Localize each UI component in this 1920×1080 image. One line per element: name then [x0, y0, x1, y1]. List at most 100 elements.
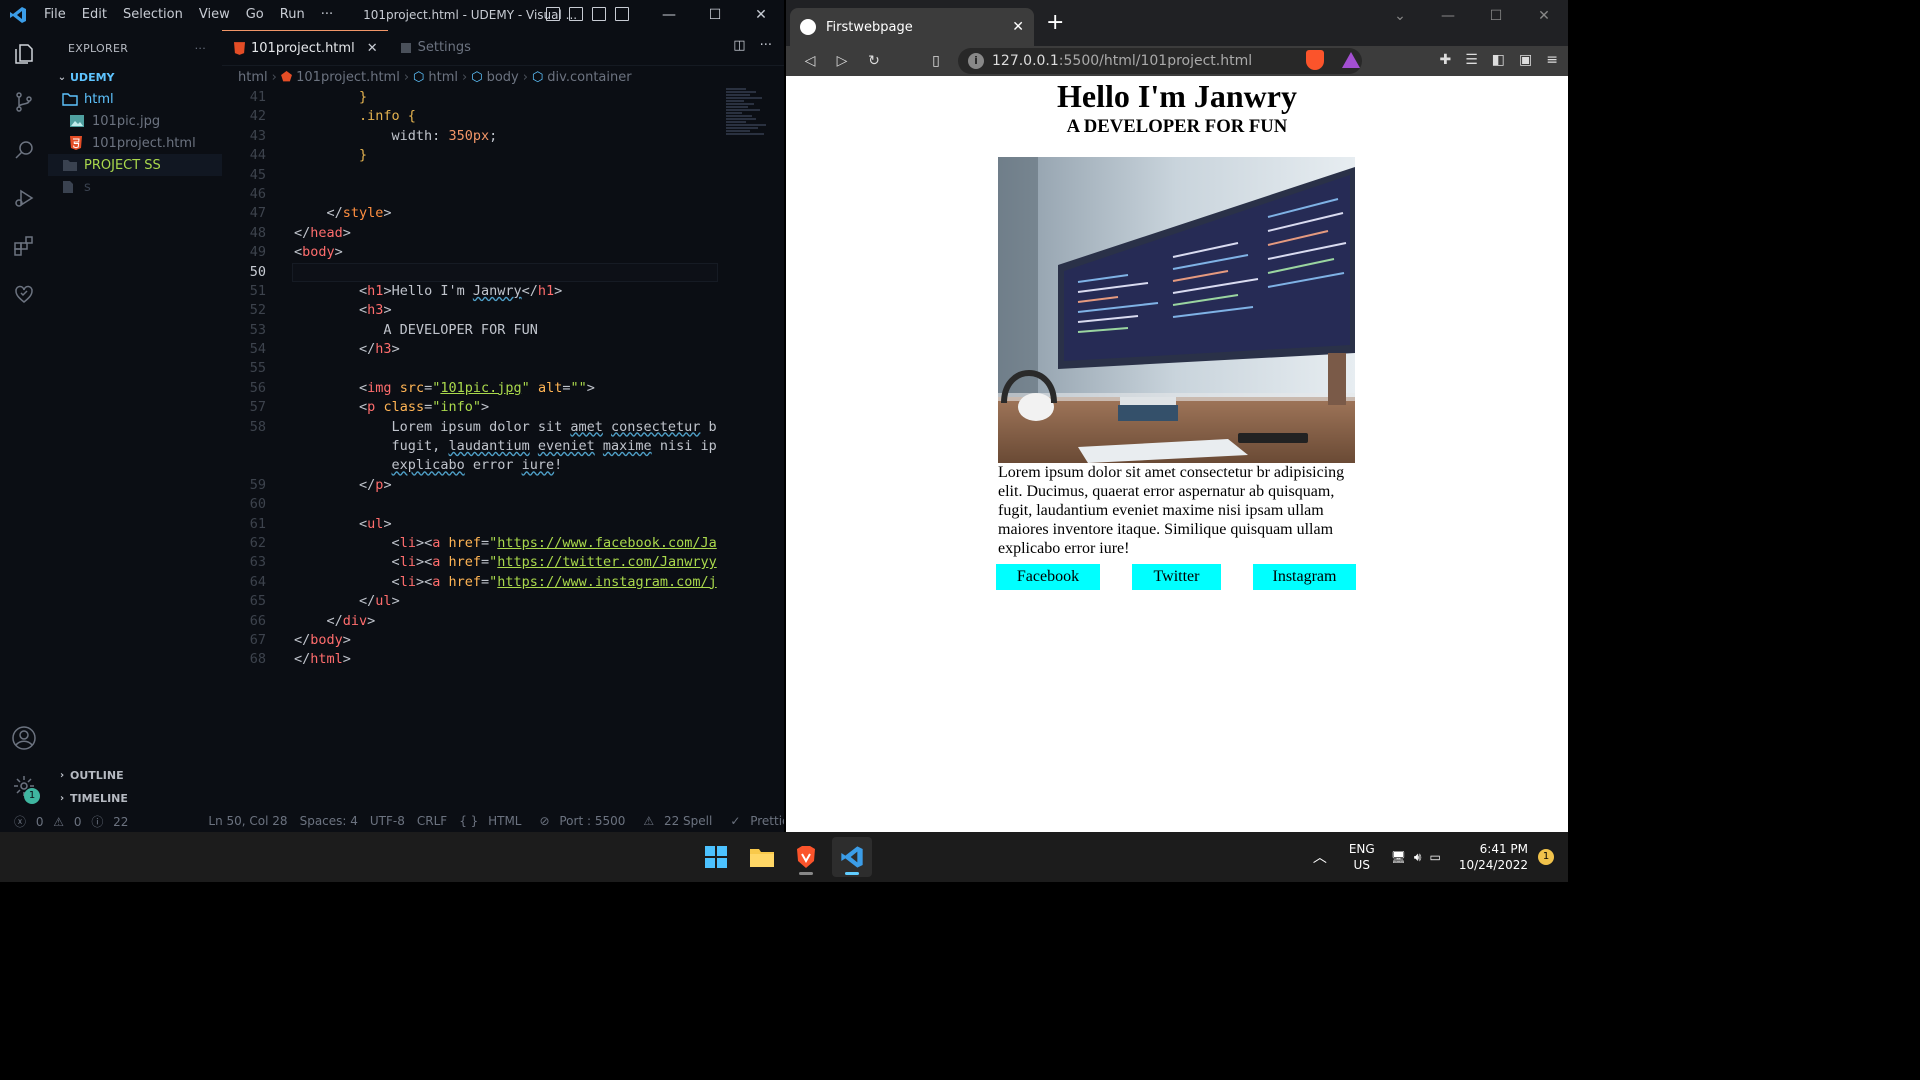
playlist-icon[interactable]: ☰: [1465, 52, 1478, 68]
split-editor-icon[interactable]: ◫: [733, 38, 745, 53]
maximize-icon[interactable]: ☐: [1472, 0, 1520, 32]
close-icon[interactable]: ✕: [1520, 0, 1568, 32]
breadcrumb-item[interactable]: div.container: [547, 70, 631, 85]
maximize-icon[interactable]: ☐: [692, 0, 738, 30]
brave-shields-icon[interactable]: [1306, 50, 1324, 70]
timeline-section[interactable]: › TIMELINE: [48, 787, 222, 810]
browser-tab-bar: Firstwebpage ✕ + ⌄ — ☐ ✕: [786, 0, 1568, 46]
minimize-icon[interactable]: —: [646, 0, 692, 30]
site-info-icon[interactable]: i: [968, 53, 984, 69]
tree-item-html-folder[interactable]: html: [48, 88, 222, 110]
date: 10/24/2022: [1458, 858, 1528, 872]
show-hidden-icons-chevron-icon[interactable]: ︿: [1313, 847, 1327, 867]
explorer-icon[interactable]: [0, 30, 48, 78]
tab-settings[interactable]: Settings: [388, 30, 481, 65]
code-editor[interactable]: 41 } 42 .info { 43 width: 350px; 44 } 45…: [222, 88, 784, 670]
breadcrumb-item[interactable]: html: [238, 70, 268, 85]
code-line: 56 <img src="101pic.jpg" alt="">: [249, 379, 595, 396]
notification-badge[interactable]: 1: [1538, 849, 1554, 865]
tab-close-icon[interactable]: ✕: [1012, 19, 1024, 35]
menu-icon[interactable]: ≡: [1546, 52, 1558, 68]
explorer-sidebar: EXPLORER ··· ⌄ UDEMY html 101pic.jpg 101…: [48, 30, 222, 810]
tree-item-101pic[interactable]: 101pic.jpg: [48, 110, 222, 132]
source-control-icon[interactable]: [0, 78, 48, 126]
code-line: 66 </div>: [249, 612, 376, 629]
menu-view[interactable]: View: [191, 0, 238, 30]
battery-icon[interactable]: ▭: [1429, 850, 1440, 864]
clock[interactable]: 6:41 PM 10/24/2022: [1459, 841, 1528, 873]
brave-rewards-icon[interactable]: [1342, 52, 1360, 68]
editor-area: 101project.html ✕ Settings ◫ ··· html › …: [222, 30, 784, 810]
input-language[interactable]: ENG US: [1349, 841, 1375, 873]
code-line: 61 <ul>: [249, 515, 392, 532]
browser-extension-icons: ✚ ☰ ◧ ▣ ≡: [1440, 52, 1559, 68]
forward-icon[interactable]: ▷: [826, 53, 858, 69]
editor-more-icon[interactable]: ···: [760, 38, 772, 53]
spell-check[interactable]: ⚠ 22 Spell: [637, 814, 724, 828]
browser-tab[interactable]: Firstwebpage ✕: [790, 8, 1034, 46]
toggle-panel-icon[interactable]: [569, 7, 583, 21]
tab-label: Settings: [417, 40, 471, 55]
toggle-sidebar-icon[interactable]: [546, 7, 560, 21]
account-icon[interactable]: [0, 714, 48, 762]
address-bar[interactable]: i 127.0.0.1:5500/html/101project.html: [958, 48, 1362, 74]
menu-edit[interactable]: Edit: [74, 0, 115, 30]
file-explorer-icon[interactable]: [742, 837, 782, 877]
minimap[interactable]: [726, 88, 770, 208]
indentation[interactable]: Spaces: 4: [294, 814, 364, 828]
menu-selection[interactable]: Selection: [115, 0, 191, 30]
breadcrumb-item[interactable]: body: [487, 70, 519, 85]
encoding[interactable]: UTF-8: [364, 814, 411, 828]
cursor-position[interactable]: Ln 50, Col 28: [202, 814, 293, 828]
language-mode[interactable]: { } HTML: [453, 814, 533, 828]
run-debug-icon[interactable]: [0, 174, 48, 222]
facebook-link[interactable]: Facebook: [996, 564, 1100, 590]
brave-browser-icon[interactable]: [786, 837, 826, 877]
extensions-icon[interactable]: [0, 222, 48, 270]
reload-icon[interactable]: ↻: [858, 53, 890, 69]
tab-search-chevron-icon[interactable]: ⌄: [1376, 0, 1424, 32]
back-icon[interactable]: ◁: [794, 53, 826, 69]
menu-go[interactable]: Go: [238, 0, 272, 30]
breadcrumb-item[interactable]: html: [428, 70, 458, 85]
tree-item-101project[interactable]: 101project.html: [48, 132, 222, 154]
volume-icon[interactable]: 🔊︎: [1414, 850, 1422, 865]
customize-layout-icon[interactable]: [615, 7, 629, 21]
sidebar-icon[interactable]: ◧: [1492, 52, 1505, 68]
prettier-status[interactable]: ✓ Prettier: [724, 814, 784, 828]
wallet-icon[interactable]: ▣: [1519, 52, 1532, 68]
network-icon[interactable]: 🖥︎: [1391, 850, 1406, 864]
menu-more[interactable]: ···: [313, 0, 341, 30]
menu-run[interactable]: Run: [272, 0, 313, 30]
current-line-highlight: [292, 263, 718, 282]
active-indicator: [845, 872, 859, 875]
explorer-more-icon[interactable]: ···: [195, 42, 206, 55]
menu-file[interactable]: File: [36, 0, 74, 30]
end-of-line[interactable]: CRLF: [411, 814, 453, 828]
breadcrumb-item[interactable]: 101project.html: [296, 70, 400, 85]
tree-item-project-ss[interactable]: PROJECT SS: [48, 154, 222, 176]
lang-bottom: US: [1353, 858, 1370, 872]
settings-gear-icon[interactable]: 1: [0, 762, 48, 810]
start-windows-icon[interactable]: [696, 837, 736, 877]
problems-status[interactable]: ⓧ 0 ⚠ 0 ⓘ 22: [0, 813, 140, 830]
live-share-icon[interactable]: [0, 270, 48, 318]
workspace-folder[interactable]: ⌄ UDEMY: [48, 66, 222, 88]
image-file-icon: [70, 115, 84, 127]
extensions-puzzle-icon[interactable]: ✚: [1440, 52, 1452, 68]
live-server-port[interactable]: ⊘ Port : 5500: [534, 814, 638, 828]
toggle-secondary-sidebar-icon[interactable]: [592, 7, 606, 21]
minimize-icon[interactable]: —: [1424, 0, 1472, 32]
tab-close-icon[interactable]: ✕: [367, 41, 378, 56]
twitter-link[interactable]: Twitter: [1132, 564, 1221, 590]
instagram-link[interactable]: Instagram: [1253, 564, 1356, 590]
new-tab-icon[interactable]: +: [1046, 10, 1064, 35]
bookmark-icon[interactable]: ▯: [920, 53, 952, 69]
tree-item-s[interactable]: s: [48, 176, 222, 198]
vscode-taskbar-icon[interactable]: [832, 837, 872, 877]
search-icon[interactable]: [0, 126, 48, 174]
outline-section[interactable]: › OUTLINE: [48, 764, 222, 787]
tab-101project[interactable]: 101project.html ✕: [222, 30, 388, 65]
close-icon[interactable]: ✕: [738, 0, 784, 30]
time: 6:41 PM: [1479, 842, 1528, 856]
